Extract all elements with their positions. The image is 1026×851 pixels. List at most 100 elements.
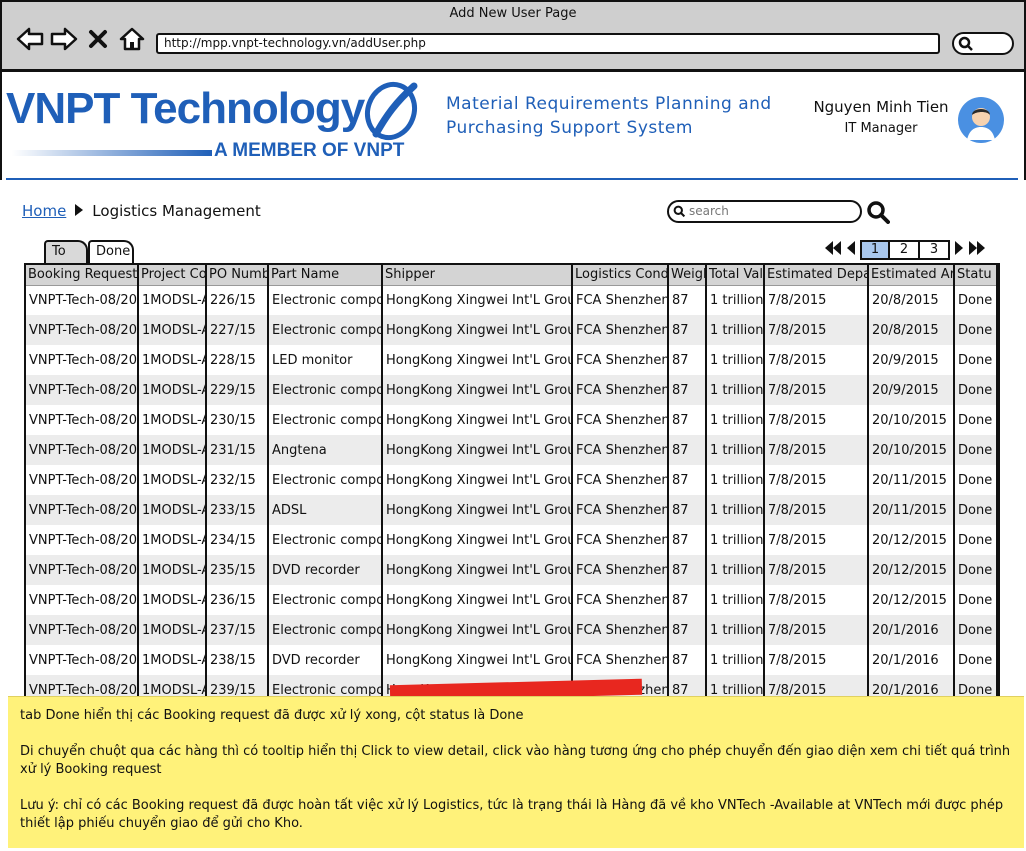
table-cell: 7/8/2015: [764, 405, 869, 435]
table-cell: 7/8/2015: [764, 315, 869, 345]
tab-todo[interactable]: To do: [44, 240, 88, 279]
close-icon[interactable]: [84, 26, 112, 52]
note-line: Lưu ý: chỉ có các Booking request đã đượ…: [20, 798, 1004, 831]
table-cell: 226/15: [206, 285, 269, 315]
page-2-button[interactable]: 2: [890, 240, 920, 260]
table-cell: 1MODSL-A: [138, 585, 207, 615]
table-cell: HongKong Xingwei Int'L Group: [382, 405, 573, 435]
table-cell: 87: [668, 285, 707, 315]
column-header[interactable]: Statu: [954, 265, 996, 286]
table-row[interactable]: VNPT-Tech-08/20 1MODSL-A 229/15 Electronic …: [26, 375, 996, 405]
table-cell: Electronic compon: [268, 615, 383, 645]
annotation-note: tab Done hiển thị các Booking request đã…: [8, 696, 1024, 848]
table-cell: 1MODSL-A: [138, 435, 207, 465]
table-cell: 87: [668, 555, 707, 585]
table-cell: FCA Shenzhen: [572, 315, 669, 345]
table-cell: 20/11/2015: [868, 495, 955, 525]
table-cell: Electronic compon: [268, 465, 383, 495]
table-cell: FCA Shenzhen: [572, 405, 669, 435]
url-bar[interactable]: http://mpp.vnpt-technology.vn/addUser.ph…: [156, 33, 940, 54]
table-cell: 234/15: [206, 525, 269, 555]
table-cell: 230/15: [206, 405, 269, 435]
table-cell: 87: [668, 495, 707, 525]
table-cell: 87: [668, 585, 707, 615]
table-cell: 20/10/2015: [868, 435, 955, 465]
table-cell: 20/9/2015: [868, 345, 955, 375]
table-row[interactable]: VNPT-Tech-08/20 1MODSL-A 227/15 Electronic …: [26, 315, 996, 345]
page-3-button[interactable]: 3: [920, 240, 950, 260]
last-page-icon[interactable]: [968, 241, 986, 259]
table-row[interactable]: VNPT-Tech-08/20 1MODSL-A 236/15 Electronic …: [26, 585, 996, 615]
table-cell: Done: [958, 532, 993, 548]
column-header[interactable]: Estimated Arr: [868, 265, 955, 286]
table-row[interactable]: VNPT-Tech-08/20 1MODSL-A 233/15 ADSL HongKon…: [26, 495, 996, 525]
table-cell: VNPT-Tech-08/20: [26, 645, 139, 675]
table-cell: 7/8/2015: [764, 525, 869, 555]
page-1-button[interactable]: 1: [860, 240, 890, 260]
table-cell: DVD recorder: [268, 645, 383, 675]
table-row[interactable]: VNPT-Tech-08/20 1MODSL-A 230/15 Electronic …: [26, 405, 996, 435]
table-cell: Done: [954, 375, 996, 405]
table-cell: 1MODSL-A: [138, 375, 207, 405]
table-cell: 7/8/2015: [764, 645, 869, 675]
table-row[interactable]: VNPT-Tech-08/20 1MODSL-A 232/15 Electronic …: [26, 465, 996, 495]
tab-done[interactable]: Done: [88, 240, 134, 264]
column-header[interactable]: Shipper: [382, 265, 573, 286]
table-cell: 233/15: [206, 495, 269, 525]
header-divider: [6, 178, 1018, 180]
user-name[interactable]: Nguyen Minh Tien: [806, 98, 956, 116]
table-row[interactable]: VNPT-Tech-08/20 1MODSL-A 228/15 LED monitor…: [26, 345, 996, 375]
table-cell: 87: [668, 435, 707, 465]
table-row[interactable]: VNPT-Tech-08/20 1MODSL-A 238/15 DVD recorde…: [26, 645, 996, 675]
table-cell: 20/8/2015: [868, 285, 955, 315]
logo-underline: [12, 150, 212, 156]
avatar-icon[interactable]: [957, 96, 1005, 144]
table-cell: Done: [954, 495, 996, 525]
table-row[interactable]: VNPT-Tech-08/20 1MODSL-A 234/15 Electronic …: [26, 525, 996, 555]
column-header[interactable]: Project Co: [138, 265, 207, 286]
column-header[interactable]: Logistics Condi: [572, 265, 669, 286]
browser-search[interactable]: [952, 32, 1014, 55]
search-input[interactable]: search: [667, 200, 862, 223]
table-cell: HongKong Xingwei Int'L Group: [382, 465, 573, 495]
table-cell: Electronic compon: [268, 285, 383, 315]
column-header[interactable]: Weigh: [668, 265, 707, 286]
table-cell: DVD recorder: [268, 555, 383, 585]
table-cell: 1MODSL-A: [138, 615, 207, 645]
breadcrumb-home[interactable]: Home: [22, 202, 66, 220]
table-cell: 1 trillion: [706, 285, 765, 315]
table-cell: VNPT-Tech-08/20: [26, 375, 139, 405]
next-page-icon[interactable]: [954, 241, 964, 259]
table-cell: 1 trillion: [706, 615, 765, 645]
table-cell: HongKong Xingwei Int'L Group: [382, 525, 573, 555]
table-cell: VNPT-Tech-08/20: [26, 315, 139, 345]
logo[interactable]: VNPT Technology: [6, 84, 365, 134]
search-button-icon[interactable]: [866, 200, 890, 228]
table-cell: VNPT-Tech-08/20: [26, 345, 139, 375]
column-header[interactable]: Total Val: [706, 265, 765, 286]
system-name: Material Requirements Planning and Purch…: [446, 94, 772, 138]
table-body: VNPT-Tech-08/20 1MODSL-A 226/15 Electronic …: [26, 285, 996, 701]
table-cell: VNPT-Tech-08/20: [26, 555, 139, 585]
column-header[interactable]: PO Numb: [206, 265, 269, 286]
window-title: Add New User Page: [449, 6, 577, 21]
column-header[interactable]: Estimated Depar: [764, 265, 869, 286]
table-cell: Done: [958, 592, 993, 608]
table-cell: Done: [958, 412, 993, 428]
forward-arrow-icon[interactable]: [50, 26, 78, 52]
first-page-icon[interactable]: [824, 241, 842, 259]
table-row[interactable]: VNPT-Tech-08/20 1MODSL-A 237/15 Electronic …: [26, 615, 996, 645]
prev-page-icon[interactable]: [846, 241, 856, 259]
table-cell: Done: [958, 292, 993, 308]
table-row[interactable]: VNPT-Tech-08/20 1MODSL-A 226/15 Electronic …: [26, 285, 996, 315]
table-cell: FCA Shenzhen: [572, 525, 669, 555]
table-cell: 20/8/2015: [868, 315, 955, 345]
table-row[interactable]: VNPT-Tech-08/20 1MODSL-A 235/15 DVD recorde…: [26, 555, 996, 585]
table-row[interactable]: VNPT-Tech-08/20 1MODSL-A 231/15 Angtena Hong…: [26, 435, 996, 465]
column-header[interactable]: Booking Request C: [26, 265, 139, 286]
table-cell: HongKong Xingwei Int'L Group: [382, 315, 573, 345]
column-header[interactable]: Part Name: [268, 265, 383, 286]
home-icon[interactable]: [118, 26, 146, 52]
back-arrow-icon[interactable]: [16, 26, 44, 52]
nav-buttons: [16, 26, 146, 52]
